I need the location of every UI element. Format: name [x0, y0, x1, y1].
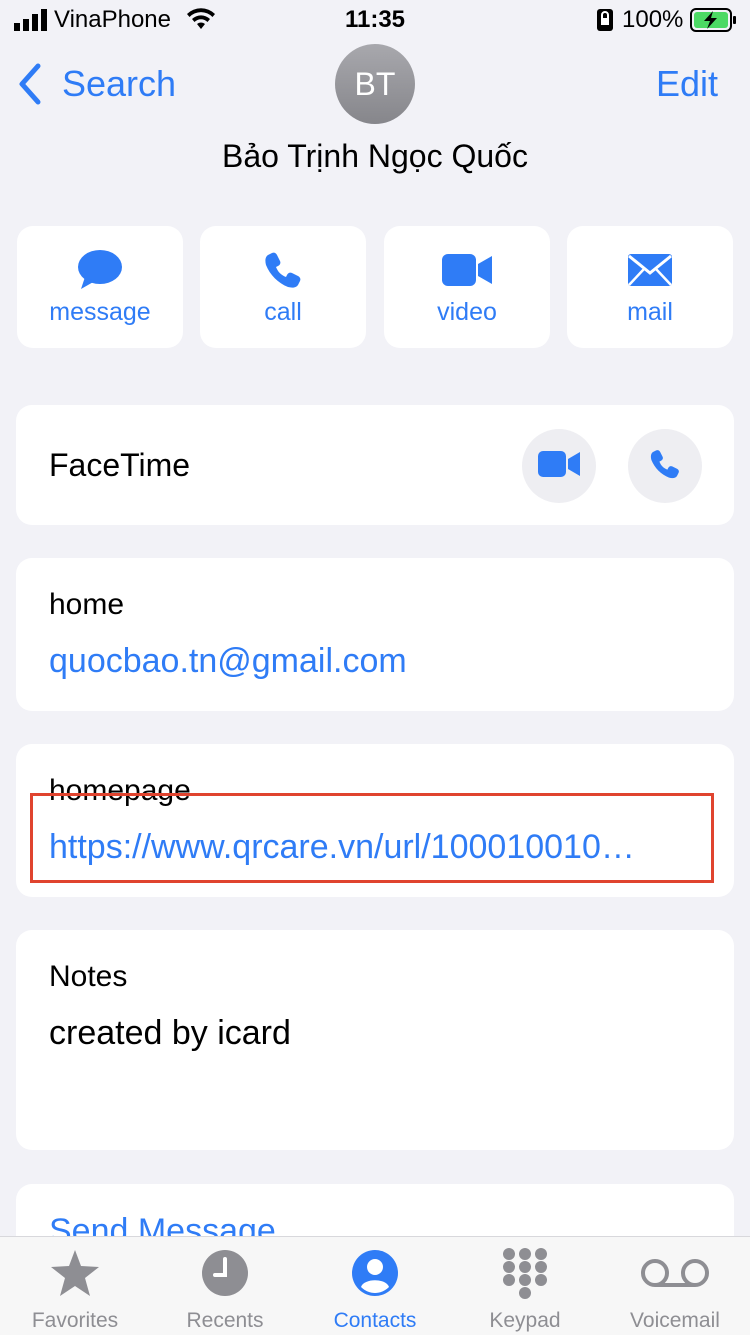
facetime-video-button[interactable] [522, 429, 596, 503]
message-label: message [49, 298, 151, 326]
mail-label: mail [627, 298, 673, 326]
battery-charging-icon [690, 8, 738, 39]
video-label: video [437, 298, 497, 326]
notes-label: Notes [49, 960, 128, 993]
video-button[interactable]: video [384, 226, 550, 348]
voicemail-icon [640, 1258, 710, 1293]
message-button[interactable]: message [17, 226, 183, 348]
notes-text: created by icard [49, 1014, 291, 1052]
status-bar: VinaPhone 11:35 100% [0, 0, 750, 40]
video-camera-icon [538, 450, 580, 482]
tab-voicemail[interactable]: Voicemail [600, 1237, 750, 1335]
tab-contacts[interactable]: Contacts [300, 1237, 450, 1335]
contact-name: Bảo Trịnh Ngọc Quốc [222, 138, 528, 174]
tab-contacts-label: Contacts [333, 1309, 417, 1332]
person-circle-icon [351, 1249, 399, 1302]
edit-button[interactable]: Edit [656, 60, 718, 108]
battery-percentage: 100% [622, 6, 684, 33]
tab-favorites-label: Favorites [31, 1309, 119, 1332]
facetime-card: FaceTime [16, 405, 734, 525]
back-button-label: Search [62, 63, 177, 104]
star-icon [50, 1249, 100, 1302]
email-type-label: home [49, 588, 125, 621]
orientation-lock-icon [597, 9, 613, 38]
tab-voicemail-label: Voicemail [630, 1309, 720, 1332]
tab-bar: Favorites Recents Contacts Keypad Voicem… [0, 1236, 750, 1335]
tab-recents[interactable]: Recents [150, 1237, 300, 1335]
tab-keypad[interactable]: Keypad [450, 1237, 600, 1335]
keypad-icon [501, 1247, 549, 1304]
clock-icon [201, 1249, 249, 1302]
message-bubble-icon [77, 249, 123, 296]
highlight-box [30, 793, 714, 883]
mail-button[interactable]: mail [567, 226, 733, 348]
call-button[interactable]: call [200, 226, 366, 348]
email-card: home quocbao.tn@gmail.com [16, 558, 734, 711]
avatar[interactable]: BT [335, 44, 415, 124]
chevron-left-icon [16, 62, 44, 106]
facetime-audio-button[interactable] [628, 429, 702, 503]
tab-keypad-label: Keypad [489, 1309, 561, 1332]
notes-card[interactable]: Notes created by icard [16, 930, 734, 1150]
phone-icon [263, 250, 303, 295]
back-button[interactable]: Search [16, 60, 176, 108]
envelope-icon [627, 253, 673, 292]
tab-recents-label: Recents [186, 1309, 264, 1332]
phone-icon [649, 448, 681, 485]
email-address-link[interactable]: quocbao.tn@gmail.com [49, 642, 407, 681]
tab-favorites[interactable]: Favorites [0, 1237, 150, 1335]
facetime-label: FaceTime [49, 447, 191, 483]
call-label: call [264, 298, 302, 326]
video-camera-icon [442, 253, 492, 291]
